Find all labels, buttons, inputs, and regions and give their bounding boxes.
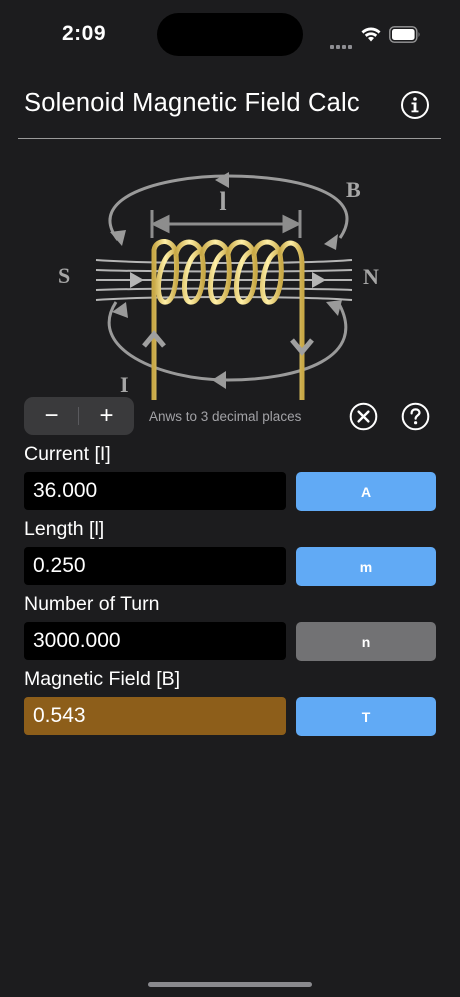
length-label: Length [l] (24, 518, 105, 540)
field-arrow-bottom (212, 371, 226, 389)
field-arrow-br (326, 300, 342, 316)
header-divider (18, 138, 441, 139)
decrement-button[interactable]: − (24, 397, 79, 435)
cellular-signal-icon (330, 36, 354, 49)
current-unit-button[interactable]: A (296, 472, 436, 511)
length-input[interactable]: 0.250 (24, 547, 286, 585)
question-icon[interactable] (401, 402, 430, 431)
turns-label: Number of Turn (24, 593, 160, 615)
status-time: 2:09 (62, 22, 107, 45)
home-indicator[interactable] (148, 982, 312, 987)
label-length: l (219, 187, 226, 216)
label-south: S (58, 263, 70, 288)
magnetic-field-label: Magnetic Field [B] (24, 668, 181, 690)
clear-icon[interactable] (349, 402, 378, 431)
increment-button[interactable]: + (79, 397, 134, 435)
decimal-stepper[interactable]: − + (24, 397, 134, 435)
turns-input[interactable]: 3000.000 (24, 622, 286, 660)
core-arrow-left (130, 272, 144, 288)
page-title: Solenoid Magnetic Field Calc (24, 89, 360, 117)
length-unit-button[interactable]: m (296, 547, 436, 586)
dynamic-island (157, 13, 303, 56)
info-icon[interactable] (400, 90, 430, 120)
turns-unit-button[interactable]: n (296, 622, 436, 661)
field-arrow-top (215, 172, 229, 188)
core-arrow-right (312, 272, 326, 288)
label-field-b: B (346, 177, 361, 202)
field-arrow-left (110, 230, 126, 246)
wifi-icon (361, 27, 381, 42)
magnetic-field-unit-button[interactable]: T (296, 697, 436, 736)
label-current: I (120, 372, 129, 397)
label-north: N (363, 264, 379, 289)
magnetic-field-input[interactable]: 0.543 (24, 697, 286, 735)
current-label: Current [I] (24, 443, 111, 465)
current-input[interactable]: 36.000 (24, 472, 286, 510)
field-arrow-right (324, 234, 338, 250)
battery-icon (389, 26, 420, 43)
solenoid-diagram: l B S N I (58, 172, 379, 400)
precision-note: Anws to 3 decimal places (149, 409, 302, 424)
status-bar: 2:09 (0, 0, 460, 70)
